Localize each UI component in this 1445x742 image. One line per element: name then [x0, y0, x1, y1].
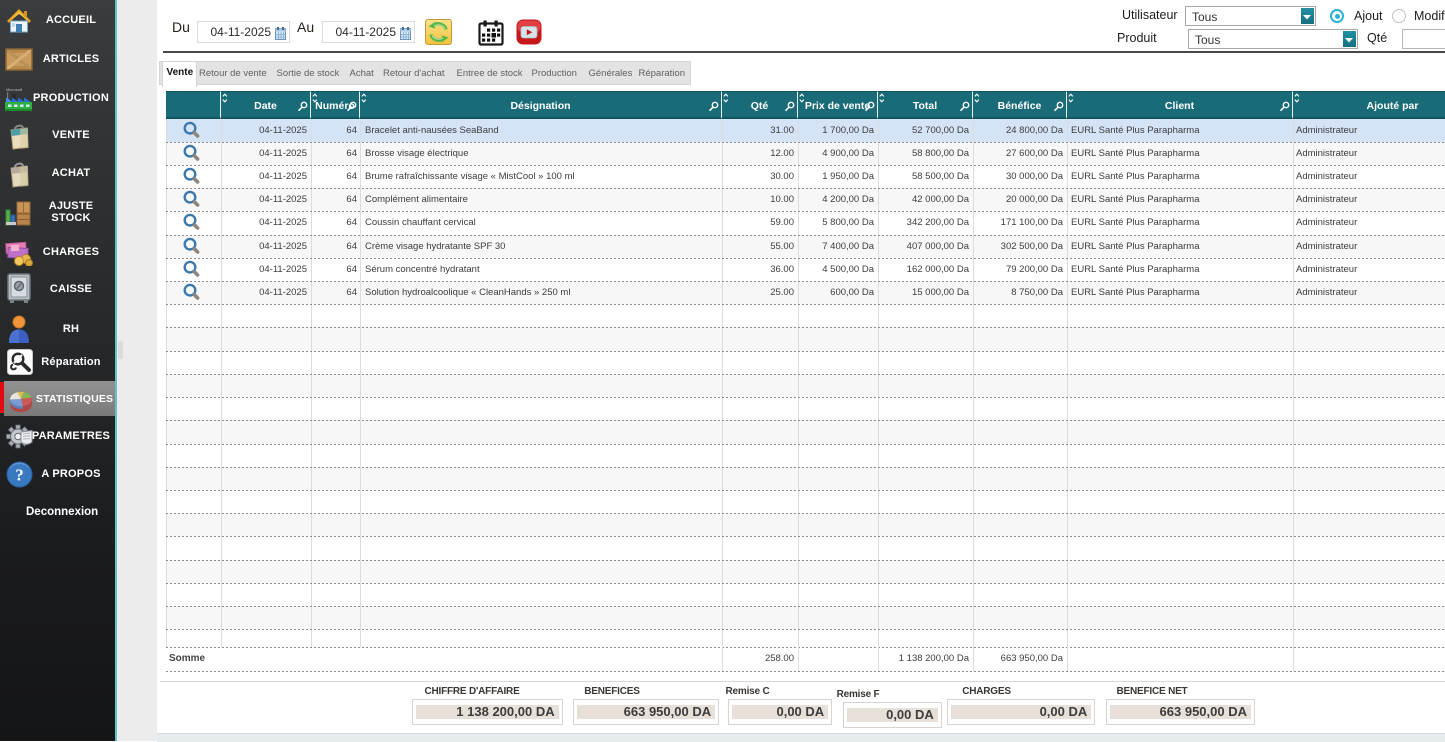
svg-text:Microsoft: Microsoft [6, 87, 23, 92]
svg-text:?: ? [15, 466, 24, 485]
